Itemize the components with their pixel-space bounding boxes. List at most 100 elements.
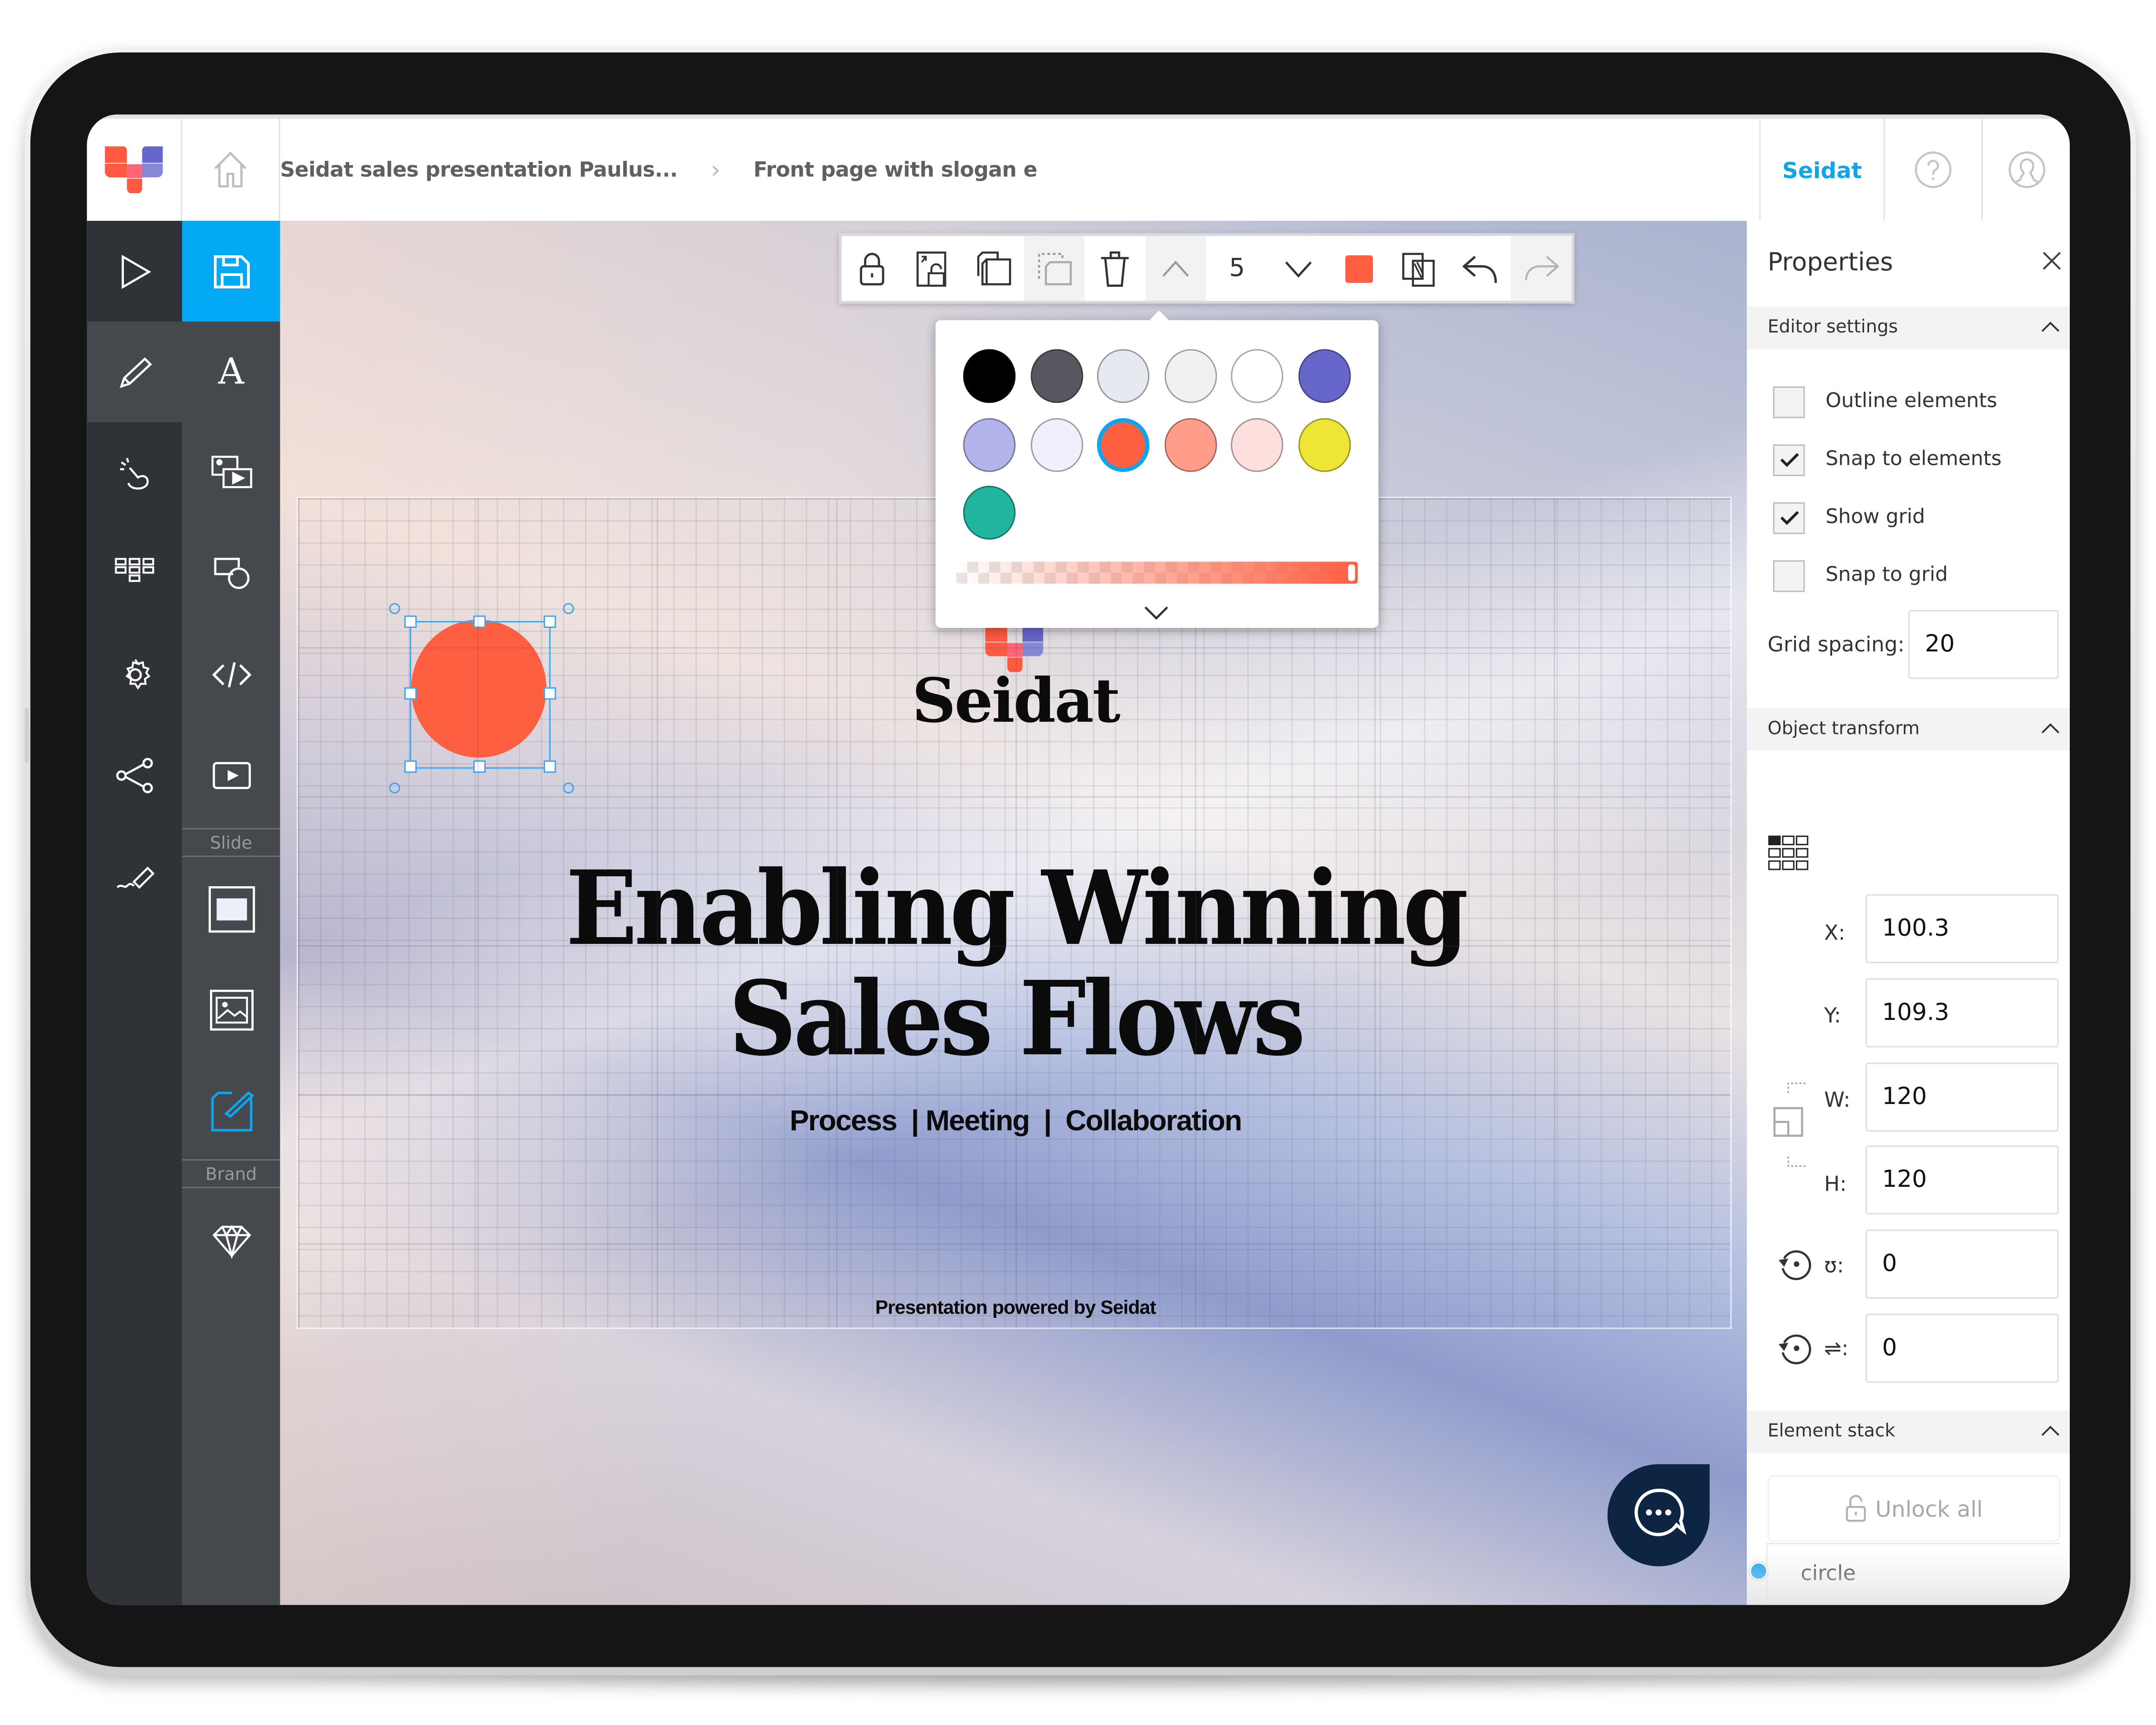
resize-handle-e[interactable] xyxy=(543,687,556,700)
editor-option[interactable]: Snap to elements xyxy=(1773,443,2002,476)
duplicate-button[interactable] xyxy=(963,236,1024,301)
slide-background-image-button[interactable] xyxy=(182,959,280,1060)
fill-color-button[interactable] xyxy=(1328,236,1389,301)
help-button[interactable] xyxy=(1885,119,1983,221)
layer-down-button[interactable] xyxy=(1267,236,1328,301)
home-button[interactable] xyxy=(182,119,280,221)
stack-item[interactable]: circle xyxy=(1767,1543,2060,1601)
stack-item-indicator[interactable] xyxy=(1749,1562,1768,1580)
brand-link[interactable]: Seidat xyxy=(1782,157,1862,183)
color-swatch[interactable] xyxy=(1231,417,1283,471)
editor-option[interactable]: Show grid xyxy=(1773,501,1925,534)
sidebar-item-interactions[interactable] xyxy=(87,422,182,523)
opacity-slider[interactable] xyxy=(956,561,1358,584)
sidebar-item-structure[interactable] xyxy=(87,523,182,624)
sidebar-item-sign[interactable] xyxy=(87,825,182,926)
color-swatch[interactable] xyxy=(1231,349,1283,403)
add-text-button[interactable]: A xyxy=(182,322,280,423)
resize-handle-ne[interactable] xyxy=(543,615,556,628)
user-menu-button[interactable] xyxy=(1983,119,2070,221)
paste-button[interactable] xyxy=(1024,236,1085,301)
delete-button[interactable] xyxy=(1085,236,1146,301)
resize-handle-nw[interactable] xyxy=(404,615,417,628)
unlock-all-button[interactable]: Unlock all xyxy=(1767,1475,2060,1542)
unlock-element-button[interactable] xyxy=(903,236,963,301)
checkbox[interactable] xyxy=(1773,559,1805,592)
opacity-slider-thumb[interactable] xyxy=(1348,564,1355,581)
editor-option[interactable]: Snap to grid xyxy=(1773,559,1948,592)
rotation-input[interactable]: 0 xyxy=(1865,1229,2059,1299)
slide-background-color-button[interactable] xyxy=(182,858,280,959)
sidebar-item-share[interactable] xyxy=(87,724,182,825)
color-swatch[interactable] xyxy=(963,417,1016,471)
height-input[interactable]: 120 xyxy=(1865,1145,2059,1214)
resize-handle-n[interactable] xyxy=(473,615,486,628)
slide-title-line2: Sales Flows xyxy=(729,960,1306,1079)
touch-icon xyxy=(119,457,148,489)
resize-handle-s[interactable] xyxy=(473,760,486,773)
undo-button[interactable] xyxy=(1450,236,1511,301)
add-video-button[interactable] xyxy=(182,724,280,825)
color-swatch[interactable] xyxy=(1297,349,1351,403)
checkbox[interactable] xyxy=(1773,386,1805,417)
rotate-handle-se[interactable] xyxy=(563,782,574,794)
aspect-lock-icon[interactable] xyxy=(1772,1076,1811,1176)
skew-input[interactable]: 0 xyxy=(1865,1314,2059,1383)
lock-button[interactable] xyxy=(842,236,903,301)
save-button[interactable] xyxy=(182,221,280,322)
fill-color-icon xyxy=(1344,254,1373,282)
editor-option[interactable]: Outline elements xyxy=(1773,385,1997,418)
slide-notes-button[interactable] xyxy=(182,1060,280,1161)
color-swatch[interactable] xyxy=(1297,417,1351,471)
breadcrumb-presentation[interactable]: Seidat sales presentation Paulus... xyxy=(280,157,678,182)
redo-button[interactable] xyxy=(1510,236,1572,301)
brand-settings-button[interactable] xyxy=(182,1189,280,1290)
rotate-handle-ne[interactable] xyxy=(563,603,574,614)
color-swatch[interactable] xyxy=(1164,417,1216,471)
editor-settings-header[interactable]: Editor settings xyxy=(1747,306,2070,349)
stack-item[interactable]: Process | Meeti xyxy=(1767,1602,2060,1605)
color-swatch[interactable] xyxy=(963,486,1016,540)
resize-handle-w[interactable] xyxy=(404,687,417,700)
slide-logo[interactable] xyxy=(982,625,1046,672)
color-swatch[interactable] xyxy=(1030,349,1083,403)
layer-up-button[interactable] xyxy=(1146,236,1207,301)
sidebar-item-present[interactable] xyxy=(87,221,182,322)
object-transform-header[interactable]: Object transform xyxy=(1747,708,2070,751)
w-label: W: xyxy=(1824,1087,1851,1113)
color-swatch[interactable] xyxy=(963,349,1016,403)
chevron-down-icon[interactable] xyxy=(1143,605,1170,621)
slide-title[interactable]: Enabling Winning Sales Flows xyxy=(355,854,1676,1075)
editor-canvas[interactable]: Seidat Enabling Winning Sales Flows Proc… xyxy=(280,221,1747,1605)
brand-link-cell[interactable]: Seidat xyxy=(1759,119,1885,221)
resize-handle-sw[interactable] xyxy=(404,760,417,773)
resize-handle-se[interactable] xyxy=(543,760,556,773)
element-stack-header[interactable]: Element stack xyxy=(1747,1410,2070,1453)
color-swatch[interactable] xyxy=(1097,417,1150,471)
rotate-handle-nw[interactable] xyxy=(389,603,400,614)
rotate-handle-sw[interactable] xyxy=(389,782,400,794)
logo-cell[interactable] xyxy=(87,119,182,221)
slide-footer[interactable]: Presentation powered by Seidat xyxy=(298,1296,1733,1318)
width-input[interactable]: 120 xyxy=(1865,1063,2059,1132)
x-input[interactable]: 100.3 xyxy=(1865,894,2059,963)
sidebar-item-settings[interactable] xyxy=(87,624,182,724)
grid-spacing-input[interactable]: 20 xyxy=(1908,610,2059,679)
color-swatch[interactable] xyxy=(1164,349,1216,403)
color-swatch[interactable] xyxy=(1030,417,1083,471)
close-icon[interactable] xyxy=(2042,251,2062,270)
mask-icon xyxy=(1402,252,1435,286)
selected-circle-element[interactable] xyxy=(389,603,574,794)
add-code-button[interactable] xyxy=(182,624,280,724)
mask-button[interactable] xyxy=(1389,236,1450,301)
anchor-point-icon[interactable] xyxy=(1767,835,1809,876)
checkbox[interactable] xyxy=(1773,443,1805,476)
add-shape-button[interactable] xyxy=(182,523,280,624)
breadcrumb-slide[interactable]: Front page with slogan e xyxy=(753,157,1037,182)
chat-button[interactable] xyxy=(1606,1462,1712,1568)
add-media-button[interactable] xyxy=(182,422,280,523)
checkbox[interactable] xyxy=(1773,502,1805,533)
color-swatch[interactable] xyxy=(1097,349,1150,403)
slide-subtitle[interactable]: Process | Meeting | Collaboration xyxy=(298,1105,1733,1138)
y-input[interactable]: 109.3 xyxy=(1865,978,2059,1048)
